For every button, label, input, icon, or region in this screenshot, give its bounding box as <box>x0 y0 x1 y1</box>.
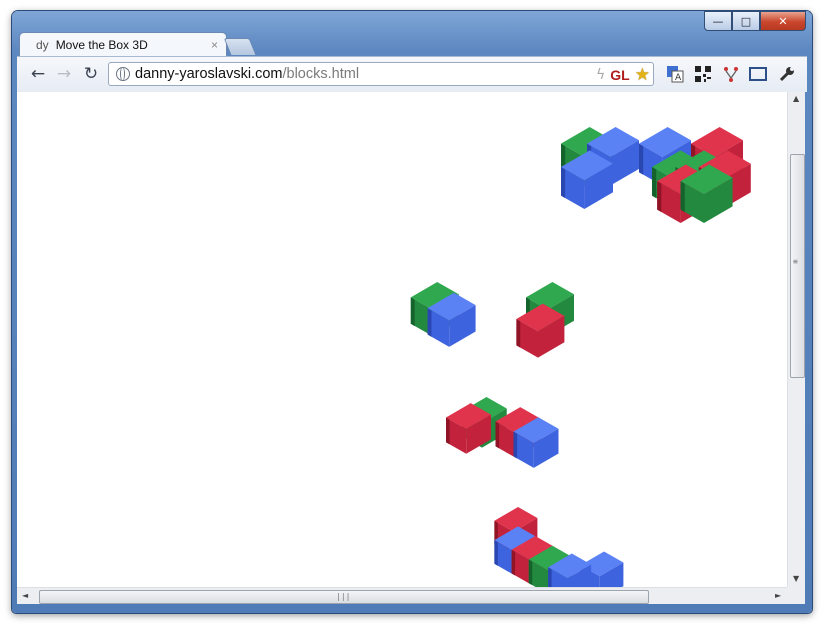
forward-button[interactable]: → <box>53 62 75 86</box>
toolbar: ← → ↻ danny-yaroslavski.com/blocks.html … <box>17 56 807 92</box>
grip-icon: ≡ <box>793 257 798 266</box>
vertical-scroll-thumb[interactable]: ≡ <box>790 154 805 378</box>
block-edge-shade <box>410 297 415 327</box>
block-edge-shade <box>548 567 552 587</box>
block-edge-shade <box>528 559 533 586</box>
new-tab-button[interactable] <box>223 38 257 55</box>
svg-text:A: A <box>675 73 682 83</box>
block-edge-shade <box>652 167 657 199</box>
url-text[interactable]: danny-yaroslavski.com/blocks.html <box>135 66 359 82</box>
block-edge-shade <box>511 549 516 576</box>
block-edge-shade <box>446 417 450 445</box>
block-edge-shade <box>513 431 518 459</box>
grip-icon: ||| <box>336 592 351 601</box>
fork-icon[interactable] <box>721 64 741 84</box>
wrench-icon[interactable] <box>777 64 797 84</box>
reload-button[interactable]: ↻ <box>80 62 102 86</box>
block-edge-shade <box>516 318 521 348</box>
block-edge-shade <box>657 181 662 213</box>
scroll-down-arrow-icon[interactable]: ▼ <box>793 574 799 583</box>
horizontal-scroll-thumb[interactable]: ||| <box>39 590 649 604</box>
block-edge-shade <box>561 167 566 199</box>
game-canvas[interactable] <box>17 92 787 587</box>
globe-icon <box>116 66 130 81</box>
tab-close-icon[interactable]: × <box>211 38 218 52</box>
fullscreen-icon[interactable] <box>748 64 768 84</box>
scroll-up-arrow-icon[interactable]: ▲ <box>793 94 799 103</box>
close-window-button[interactable]: ✕ <box>760 11 806 31</box>
url-host: danny-yaroslavski.com <box>135 66 283 82</box>
maximize-button[interactable]: □ <box>732 11 760 31</box>
browser-window: — □ ✕ dy Move the Box 3D × ← → ↻ danny-y… <box>12 11 812 613</box>
vertical-scrollbar[interactable]: ▲ ≡ ▼ <box>787 92 805 587</box>
block-edge-shade <box>495 421 500 449</box>
url-path: /blocks.html <box>282 66 360 82</box>
site-favicon-icon: dy <box>36 37 49 52</box>
tab-title: Move the Box 3D <box>55 37 148 52</box>
translate-icon[interactable]: A <box>665 64 685 84</box>
back-button[interactable]: ← <box>27 62 49 86</box>
block-edge-shade <box>639 143 644 175</box>
bookmark-star-icon[interactable]: ★ <box>635 65 650 85</box>
block-edge-shade <box>680 181 685 213</box>
scroll-right-arrow-icon[interactable]: ► <box>775 591 781 600</box>
minimize-button[interactable]: — <box>704 11 732 31</box>
qr-code-icon[interactable] <box>693 64 713 84</box>
scroll-left-arrow-icon[interactable]: ◄ <box>22 591 28 600</box>
block-edge-shade <box>494 540 498 566</box>
scrollbar-corner <box>787 587 805 604</box>
webgl-badge[interactable]: GL <box>610 67 629 83</box>
bolt-icon[interactable]: ϟ <box>596 67 605 83</box>
window-controls: — □ ✕ <box>704 11 806 31</box>
block-edge-shade <box>427 308 432 337</box>
tab-move-the-box-3d[interactable]: dy Move the Box 3D × <box>19 32 227 56</box>
page-viewport[interactable] <box>17 92 787 587</box>
horizontal-scrollbar[interactable]: ◄ ||| ► <box>17 587 787 604</box>
address-bar[interactable]: danny-yaroslavski.com/blocks.html ϟ GL ★ <box>108 62 654 86</box>
